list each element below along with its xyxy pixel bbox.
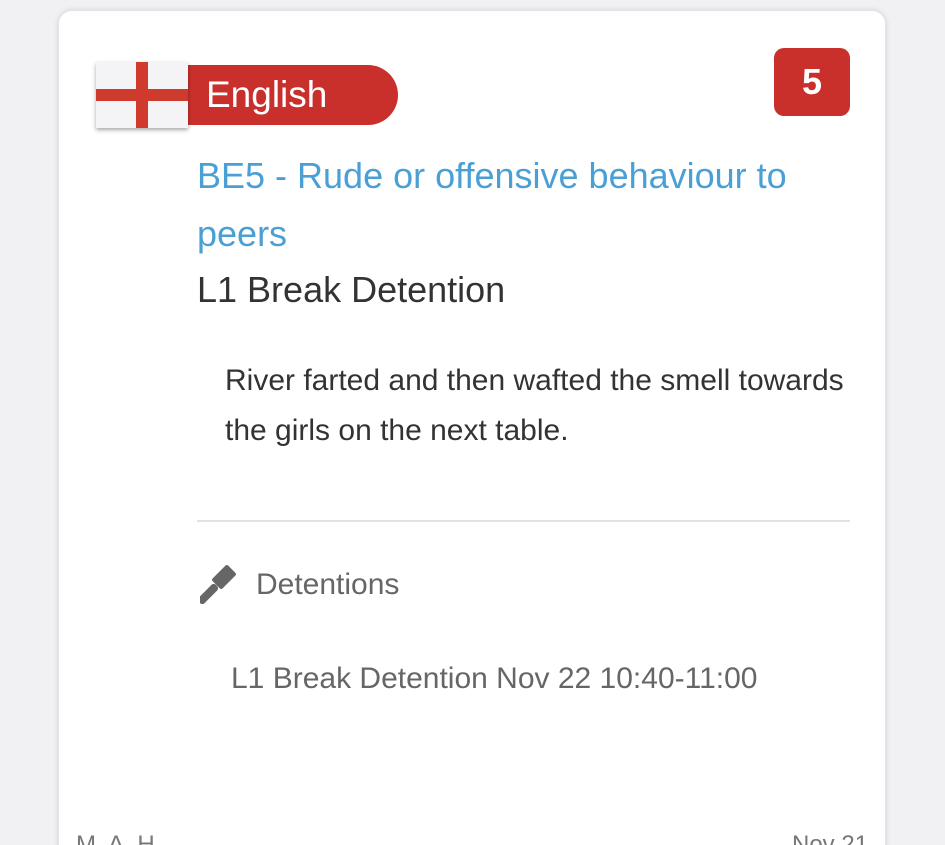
points-badge: 5: [774, 48, 850, 116]
next-card-peek-left: M. A. H: [76, 831, 155, 845]
behaviour-title-link[interactable]: BE5 - Rude or offensive behaviour to pee…: [197, 147, 857, 263]
detention-item: L1 Break Detention Nov 22 10:40-11:00: [231, 662, 758, 695]
incident-comment: River farted and then wafted the smell t…: [225, 364, 844, 447]
detentions-heading: Detentions: [256, 568, 400, 601]
flag-cross-horizontal: [96, 89, 188, 101]
page: English 5 BE5 - Rude or offensive behavi…: [0, 0, 945, 845]
next-card-peek-right: Nov 21: [792, 831, 869, 845]
sanction-label: L1 Break Detention: [197, 269, 506, 310]
england-flag-icon: [96, 62, 188, 128]
gavel-icon: [200, 565, 236, 604]
subject-label: English: [206, 74, 328, 115]
divider: [197, 520, 850, 522]
